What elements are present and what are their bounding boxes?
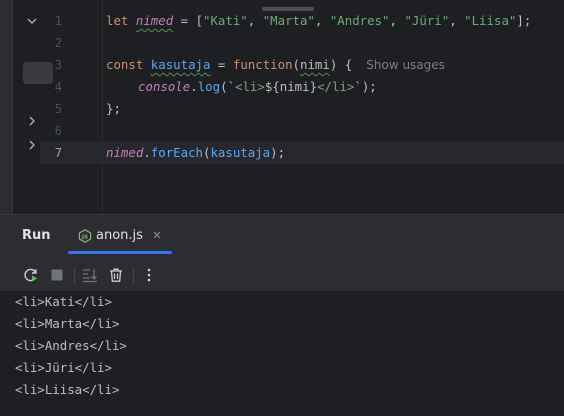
- ide-window: 1 2 3 4 5 6 7 let nimed = ["Kati", "Mart…: [0, 0, 564, 416]
- template-string: </li>: [317, 79, 355, 94]
- bracket: `);: [354, 79, 377, 94]
- method-name: forEach: [150, 145, 203, 160]
- line-number-current: 7: [54, 146, 62, 160]
- separator: ,: [314, 13, 330, 28]
- tab-anon-js[interactable]: JS anon.js: [68, 223, 172, 254]
- output-line: <li>Marta</li>: [15, 316, 120, 331]
- code-line-3: const kasutaja = function(nimi) { Show us…: [106, 54, 445, 76]
- close-icon[interactable]: [150, 228, 164, 242]
- operator: = [: [173, 13, 204, 28]
- variable-name: nimed: [106, 145, 144, 160]
- string-literal: "Marta": [262, 13, 315, 28]
- code-line-4: console.log(`<li>${nimi}</li>`);: [138, 76, 377, 98]
- template-string: <li>: [235, 79, 265, 94]
- js-file-icon: JS: [78, 228, 92, 243]
- separator: ,: [389, 13, 405, 28]
- chevron-right-icon[interactable]: [25, 114, 39, 128]
- global-object: console: [138, 79, 191, 94]
- bracket: ];: [516, 13, 532, 28]
- code-editor[interactable]: 1 2 3 4 5 6 7 let nimed = ["Kati", "Mart…: [0, 0, 564, 214]
- rerun-icon[interactable]: [22, 266, 40, 284]
- string-literal: "Andres": [329, 13, 390, 28]
- chevron-down-icon[interactable]: [25, 14, 39, 28]
- gutter-divider: [102, 0, 103, 214]
- keyword: const: [106, 57, 144, 72]
- line-number: 6: [54, 124, 62, 138]
- run-toolbar: [0, 259, 564, 291]
- tab-label: anon.js: [96, 228, 143, 243]
- code-line-7: nimed.forEach(kasutaja);: [106, 142, 285, 164]
- active-tab-indicator: [68, 251, 172, 254]
- output-line: <li>Liisa</li>: [15, 382, 120, 397]
- function-reference: kasutaja: [210, 145, 271, 160]
- parameter: nimi: [300, 57, 330, 72]
- line-number: 3: [54, 58, 62, 72]
- code-line-1: let nimed = ["Kati", "Marta", "Andres", …: [106, 10, 531, 32]
- code-line-5: };: [106, 98, 121, 120]
- keyword: let: [106, 13, 129, 28]
- operator: =: [210, 57, 233, 72]
- bracket: (`: [220, 79, 235, 94]
- operator: .: [190, 79, 198, 94]
- line-number: 1: [54, 14, 62, 28]
- string-literal: "Jüri": [404, 13, 450, 28]
- output-line: <li>Kati</li>: [15, 294, 112, 309]
- separator: ,: [247, 13, 263, 28]
- function-name: kasutaja: [150, 57, 211, 72]
- svg-text:JS: JS: [81, 234, 88, 240]
- keyword: function: [232, 57, 293, 72]
- structure-navigation: [13, 0, 53, 214]
- method-name: log: [197, 79, 221, 94]
- template-expression: ${nimi}: [264, 79, 318, 94]
- bracket: (: [292, 57, 301, 72]
- show-usages-hint[interactable]: Show usages: [366, 58, 445, 72]
- run-tool-window: Run JS anon.js <li>Kati</li> <li>Marta</…: [0, 214, 564, 416]
- bracket: );: [270, 145, 286, 160]
- run-panel-title: Run: [22, 228, 51, 243]
- operator: .: [143, 145, 151, 160]
- output-line: <li>Andres</li>: [15, 338, 127, 353]
- bracket: };: [106, 101, 121, 116]
- toolbar-separator: [74, 268, 75, 284]
- separator: ,: [449, 13, 465, 28]
- scroll-to-end-icon[interactable]: [81, 266, 99, 284]
- line-number-gutter: 1 2 3 4 5 6 7: [40, 0, 104, 214]
- code-content[interactable]: let nimed = ["Kati", "Marta", "Andres", …: [106, 0, 564, 214]
- output-line: <li>Jüri</li>: [15, 360, 112, 375]
- left-tool-strip: [0, 0, 13, 214]
- line-number: 2: [54, 36, 62, 50]
- toolbar-separator: [133, 268, 134, 284]
- line-number: 5: [54, 102, 62, 116]
- more-vertical-icon[interactable]: [140, 266, 158, 284]
- variable-name: nimed: [135, 13, 174, 28]
- string-literal: "Liisa": [464, 13, 517, 28]
- chevron-right-icon[interactable]: [25, 138, 39, 152]
- string-literal: "Kati": [203, 13, 248, 28]
- line-number: 4: [54, 80, 62, 94]
- stop-icon[interactable]: [48, 266, 66, 284]
- console-output[interactable]: <li>Kati</li> <li>Marta</li> <li>Andres<…: [0, 291, 564, 416]
- trash-icon[interactable]: [107, 266, 125, 284]
- bracket: ) {: [329, 57, 353, 72]
